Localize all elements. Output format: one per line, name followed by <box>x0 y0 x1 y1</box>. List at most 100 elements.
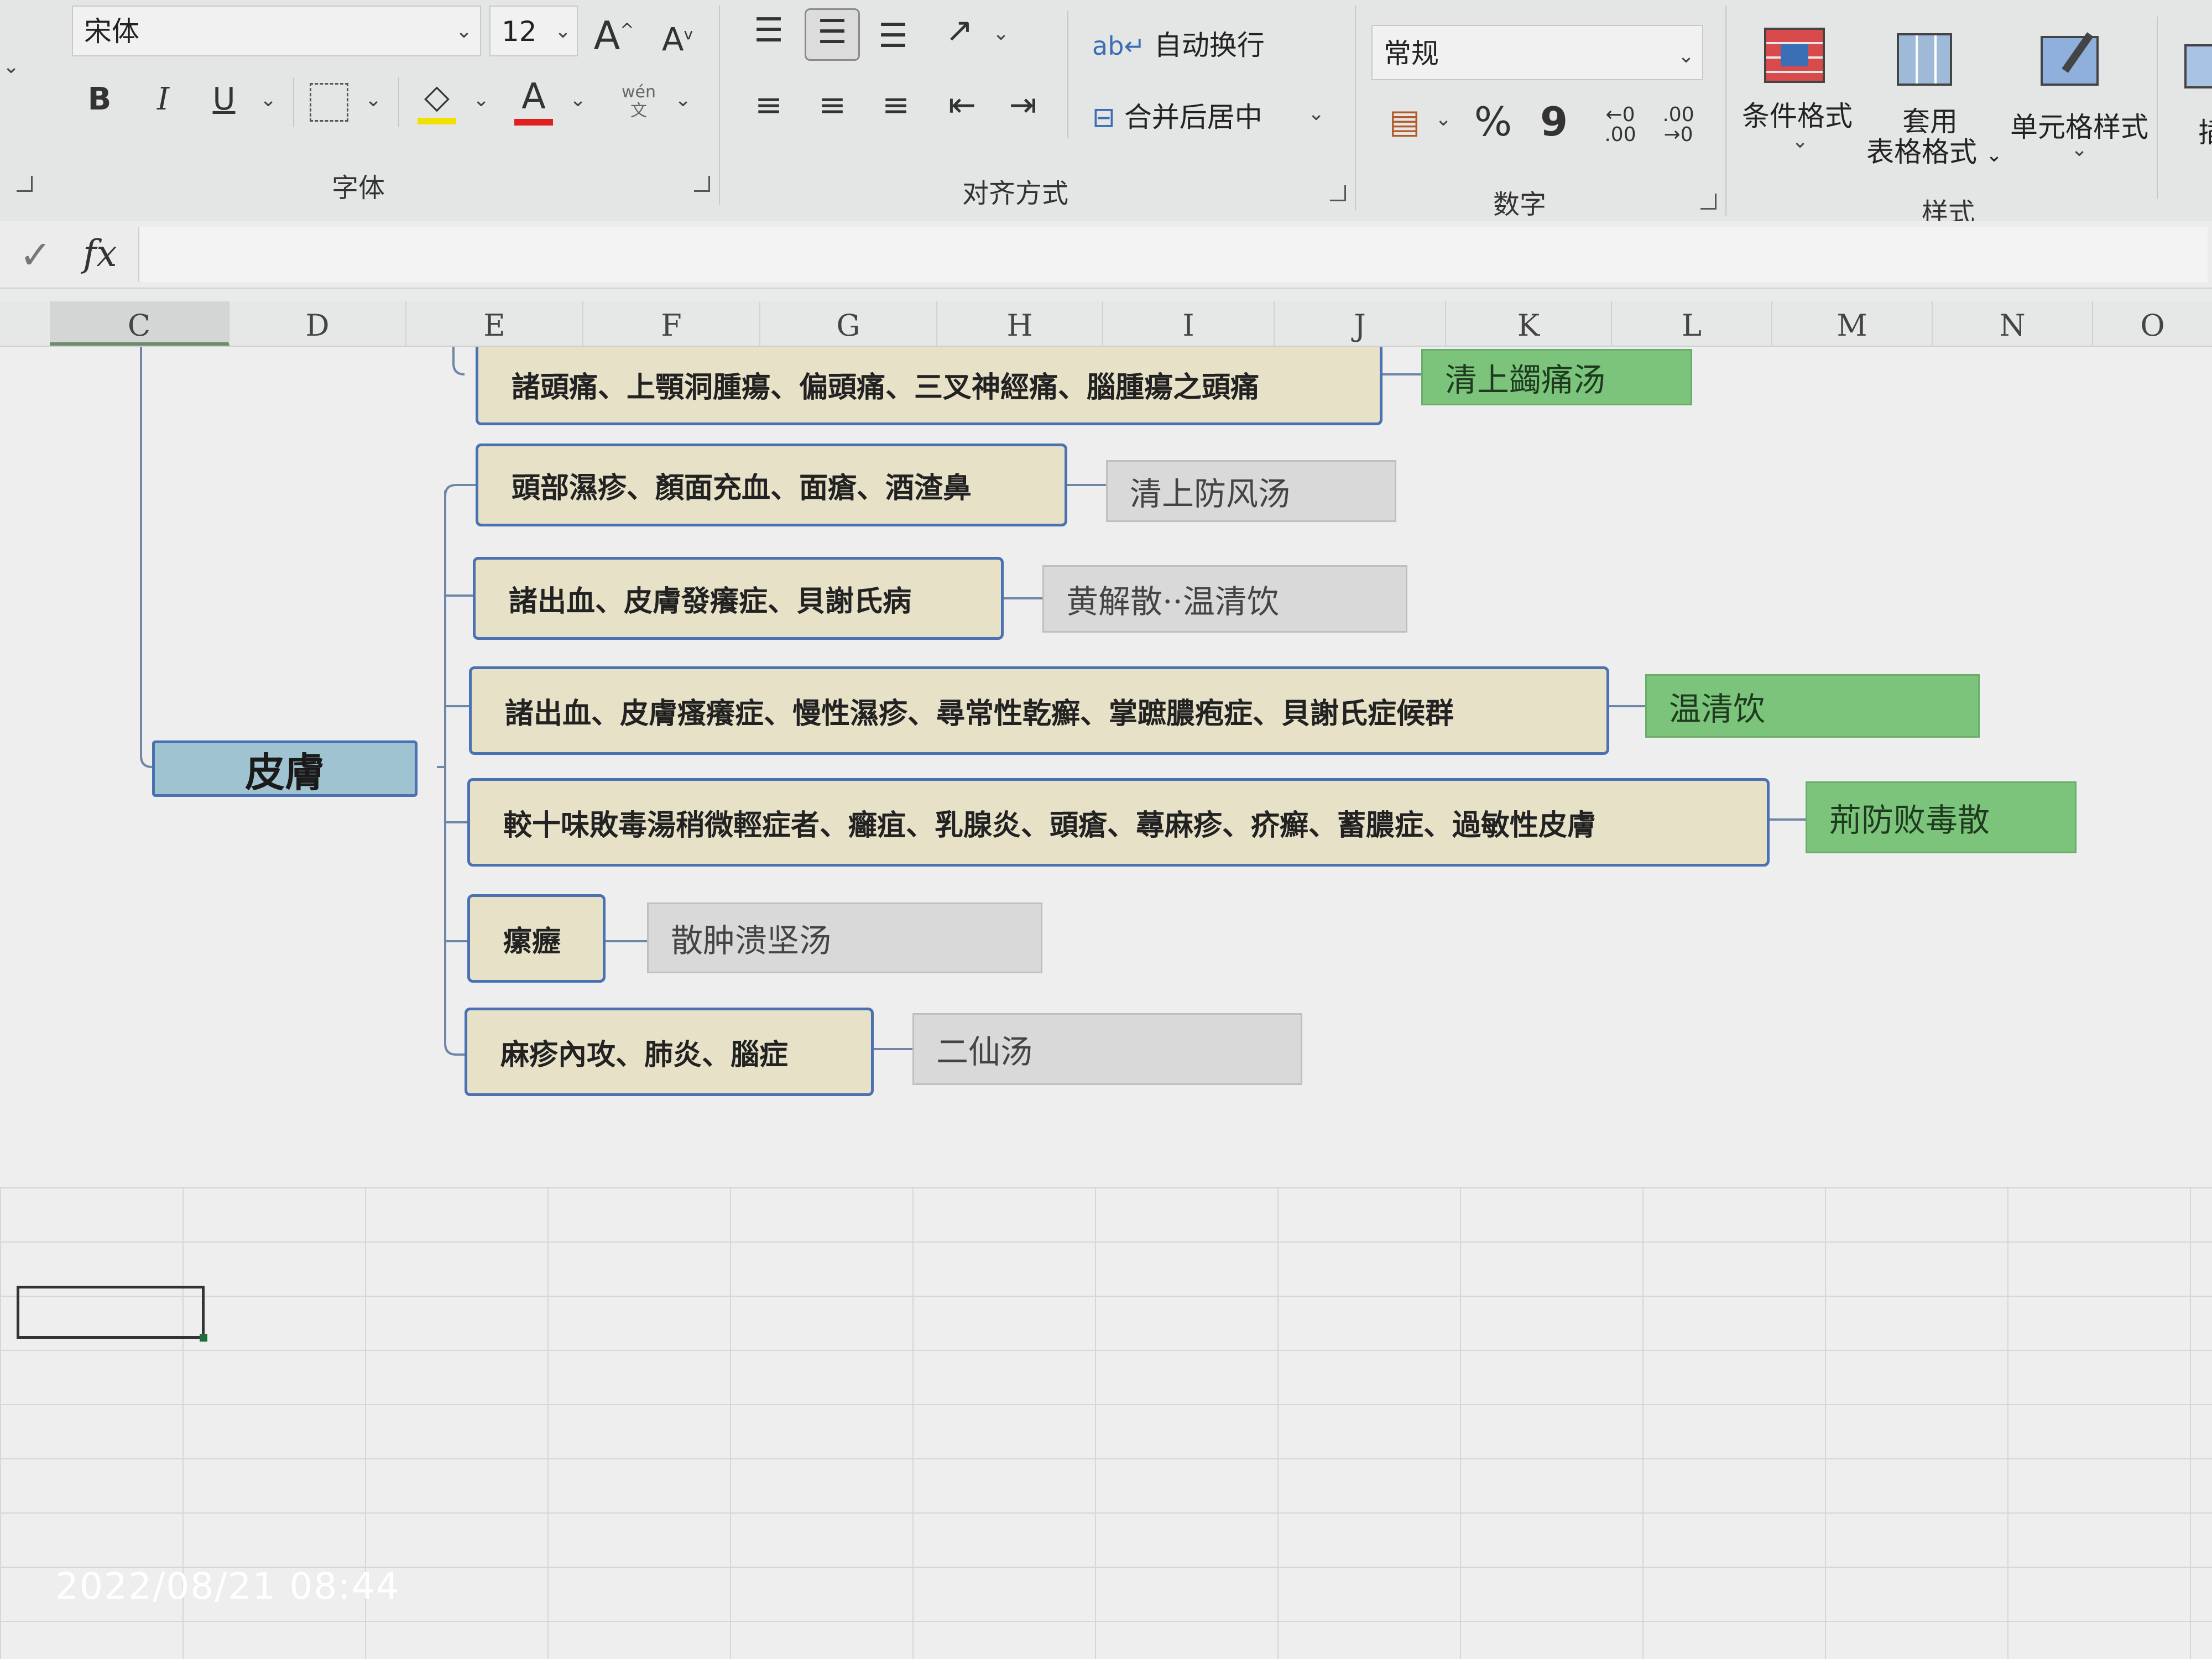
column-header-m[interactable]: M <box>1772 301 1933 346</box>
font-size-combo[interactable]: 12 ⌄ <box>489 6 578 56</box>
selected-cell[interactable] <box>17 1286 207 1342</box>
remedy-node-2[interactable]: 清上防风汤 <box>1106 460 1396 522</box>
column-header-h[interactable]: H <box>937 301 1103 346</box>
align-bottom-button[interactable]: ☰ <box>871 14 915 58</box>
bold-button[interactable]: B <box>77 77 122 122</box>
symptom-node-1[interactable]: 諸頭痛、上顎洞腫瘍、偏頭痛、三叉神經痛、腦腫瘍之頭痛 <box>476 347 1383 425</box>
conditional-format-button[interactable]: 条件格式 <box>1742 94 1853 134</box>
group-separator <box>1725 6 1726 216</box>
italic-button[interactable]: I <box>141 77 185 122</box>
column-header-c[interactable]: C <box>50 301 229 346</box>
column-header-d[interactable]: D <box>229 301 406 346</box>
wrap-text-button[interactable]: ab↵ 自动换行 <box>1092 23 1265 63</box>
insert-button[interactable]: 插 <box>2198 111 2212 150</box>
decrease-indent-button[interactable]: ⇤ <box>940 83 984 127</box>
column-header-k[interactable]: K <box>1446 301 1612 346</box>
cell-styles-chevron-down-icon[interactable]: ⌄ <box>2071 138 2088 161</box>
font-color-swatch <box>514 119 553 126</box>
align-top-button[interactable]: ☰ <box>747 8 791 53</box>
column-header-l[interactable]: L <box>1612 301 1772 346</box>
underline-button[interactable]: U <box>202 77 246 122</box>
number-dialog-launcher-icon[interactable] <box>1700 194 1717 210</box>
remedy-node-7[interactable]: 二仙汤 <box>912 1013 1302 1085</box>
phonetic-button[interactable]: wén 文 <box>614 83 664 121</box>
phonetic-label: wén <box>621 82 656 102</box>
fill-color-button[interactable]: ◇ <box>412 75 462 124</box>
increase-decimal-icon: ←0.00 <box>1604 103 1636 146</box>
group-separator <box>1355 6 1356 210</box>
borders-chevron-down-icon[interactable]: ⌄ <box>365 88 382 111</box>
fill-color-chevron-down-icon[interactable]: ⌄ <box>473 88 489 111</box>
align-left-button[interactable]: ≡ <box>747 83 791 127</box>
increase-decimal-button[interactable]: ←0.00 <box>1595 105 1645 145</box>
paint-bucket-icon: ◇ <box>424 77 450 116</box>
separator <box>1067 11 1068 138</box>
column-header-i[interactable]: I <box>1103 301 1275 346</box>
number-format-combo[interactable]: 常规 ⌄ <box>1371 25 1703 80</box>
accounting-chevron-down-icon[interactable]: ⌄ <box>1435 108 1452 131</box>
align-right-button[interactable]: ≡ <box>874 83 918 127</box>
font-color-chevron-down-icon[interactable]: ⌄ <box>570 88 586 111</box>
remedy-node-5[interactable]: 荊防败毒散 <box>1806 781 2077 853</box>
remedy-node-1[interactable]: 清上蠲痛汤 <box>1421 349 1692 405</box>
formula-input[interactable] <box>138 227 2208 282</box>
merge-center-chevron-down-icon[interactable]: ⌄ <box>1308 102 1324 125</box>
comma-style-button[interactable]: 9 <box>1532 100 1576 144</box>
root-node[interactable]: 皮膚 <box>152 740 418 797</box>
insert-function-button[interactable]: fx <box>83 232 117 275</box>
symptom-node-7[interactable]: 麻疹內攻、肺炎、腦症 <box>465 1008 874 1096</box>
column-header-n[interactable]: N <box>1933 301 2093 346</box>
confirm-check-icon[interactable]: ✓ <box>19 232 52 278</box>
column-header-e[interactable]: E <box>406 301 583 346</box>
column-header-f[interactable]: F <box>583 301 760 346</box>
align-middle-button[interactable]: ☰ <box>805 8 860 61</box>
grow-font-button[interactable]: A^ <box>592 8 636 58</box>
align-left-icon: ≡ <box>754 86 783 124</box>
alignment-dialog-launcher-icon[interactable] <box>1330 185 1346 201</box>
fill-handle[interactable] <box>200 1334 207 1342</box>
remedy-node-3[interactable]: 黄解散··温清饮 <box>1042 565 1407 633</box>
merge-center-button[interactable]: ⊟ 合并后居中 <box>1092 95 1262 135</box>
phonetic-chevron-down-icon[interactable]: ⌄ <box>675 88 691 111</box>
table-format-button[interactable]: 表格格式 ⌄ <box>1866 130 2002 170</box>
separator <box>293 77 294 127</box>
connector-to-root <box>140 347 153 768</box>
decrease-decimal-button[interactable]: .00 →0 <box>1653 105 1703 145</box>
worksheet[interactable]: 皮膚 諸頭痛、上顎洞腫瘍、偏頭痛、三叉神經痛、腦腫瘍之頭痛 清上蠲痛汤 頭部濕疹… <box>0 347 2212 1659</box>
symptom-node-2[interactable]: 頭部濕疹、顏面充血、面瘡、酒渣鼻 <box>476 444 1067 526</box>
remedy-node-4[interactable]: 温清饮 <box>1645 674 1980 738</box>
ribbon: ⌄ 宋体 ⌄ 12 ⌄ A^ Av B I U ⌄ ⌄ ◇ ⌄ A ⌄ wén … <box>0 0 2212 228</box>
percent-button[interactable]: % <box>1468 100 1518 144</box>
ribbon-collapse-chevron-icon[interactable]: ⌄ <box>3 55 19 78</box>
chevron-down-icon: ⌄ <box>554 20 571 43</box>
conditional-format-chevron-down-icon[interactable]: ⌄ <box>1792 130 1808 153</box>
borders-icon[interactable] <box>310 83 348 122</box>
decrease-indent-icon: ⇤ <box>948 86 977 124</box>
font-dialog-launcher-icon[interactable] <box>694 176 710 192</box>
underline-chevron-down-icon[interactable]: ⌄ <box>260 88 276 111</box>
align-top-icon: ☰ <box>754 11 784 50</box>
orientation-chevron-down-icon[interactable]: ⌄ <box>993 22 1009 45</box>
symptom-node-6[interactable]: 瘰癧 <box>467 894 606 983</box>
wrap-text-label: 自动换行 <box>1154 29 1265 61</box>
shrink-font-label: A <box>661 20 684 59</box>
column-header-g[interactable]: G <box>760 301 937 346</box>
align-right-icon: ≡ <box>881 86 910 124</box>
column-header-j[interactable]: J <box>1275 301 1446 346</box>
increase-indent-button[interactable]: ⇥ <box>1001 83 1045 127</box>
shrink-font-button[interactable]: Av <box>655 12 700 61</box>
accounting-format-button[interactable]: ▤ <box>1380 100 1430 144</box>
symptom-node-3[interactable]: 諸出血、皮膚發癢症、貝謝氏病 <box>473 557 1004 640</box>
table-format-icon <box>1897 33 1958 88</box>
symptom-node-4[interactable]: 諸出血、皮膚瘙癢症、慢性濕疹、尋常性乾癬、掌蹠膿疱症、貝謝氏症候群 <box>469 666 1609 755</box>
column-header-o[interactable]: O <box>2093 301 2212 346</box>
align-center-button[interactable]: ≡ <box>810 83 854 127</box>
font-color-button[interactable]: A <box>509 75 559 126</box>
orientation-button[interactable]: ↗ <box>937 8 982 53</box>
connector-branch-2 <box>444 484 476 497</box>
font-name-combo[interactable]: 宋体 ⌄ <box>72 6 481 56</box>
percent-label: % <box>1474 98 1512 145</box>
remedy-node-6[interactable]: 散肿溃坚汤 <box>647 902 1042 973</box>
dialog-launcher-icon[interactable] <box>17 176 33 192</box>
symptom-node-5[interactable]: 較十味敗毒湯稍微輕症者、癰疽、乳腺炎、頭瘡、蕁麻疹、疥癬、蓄膿症、過敏性皮膚 <box>467 778 1770 867</box>
